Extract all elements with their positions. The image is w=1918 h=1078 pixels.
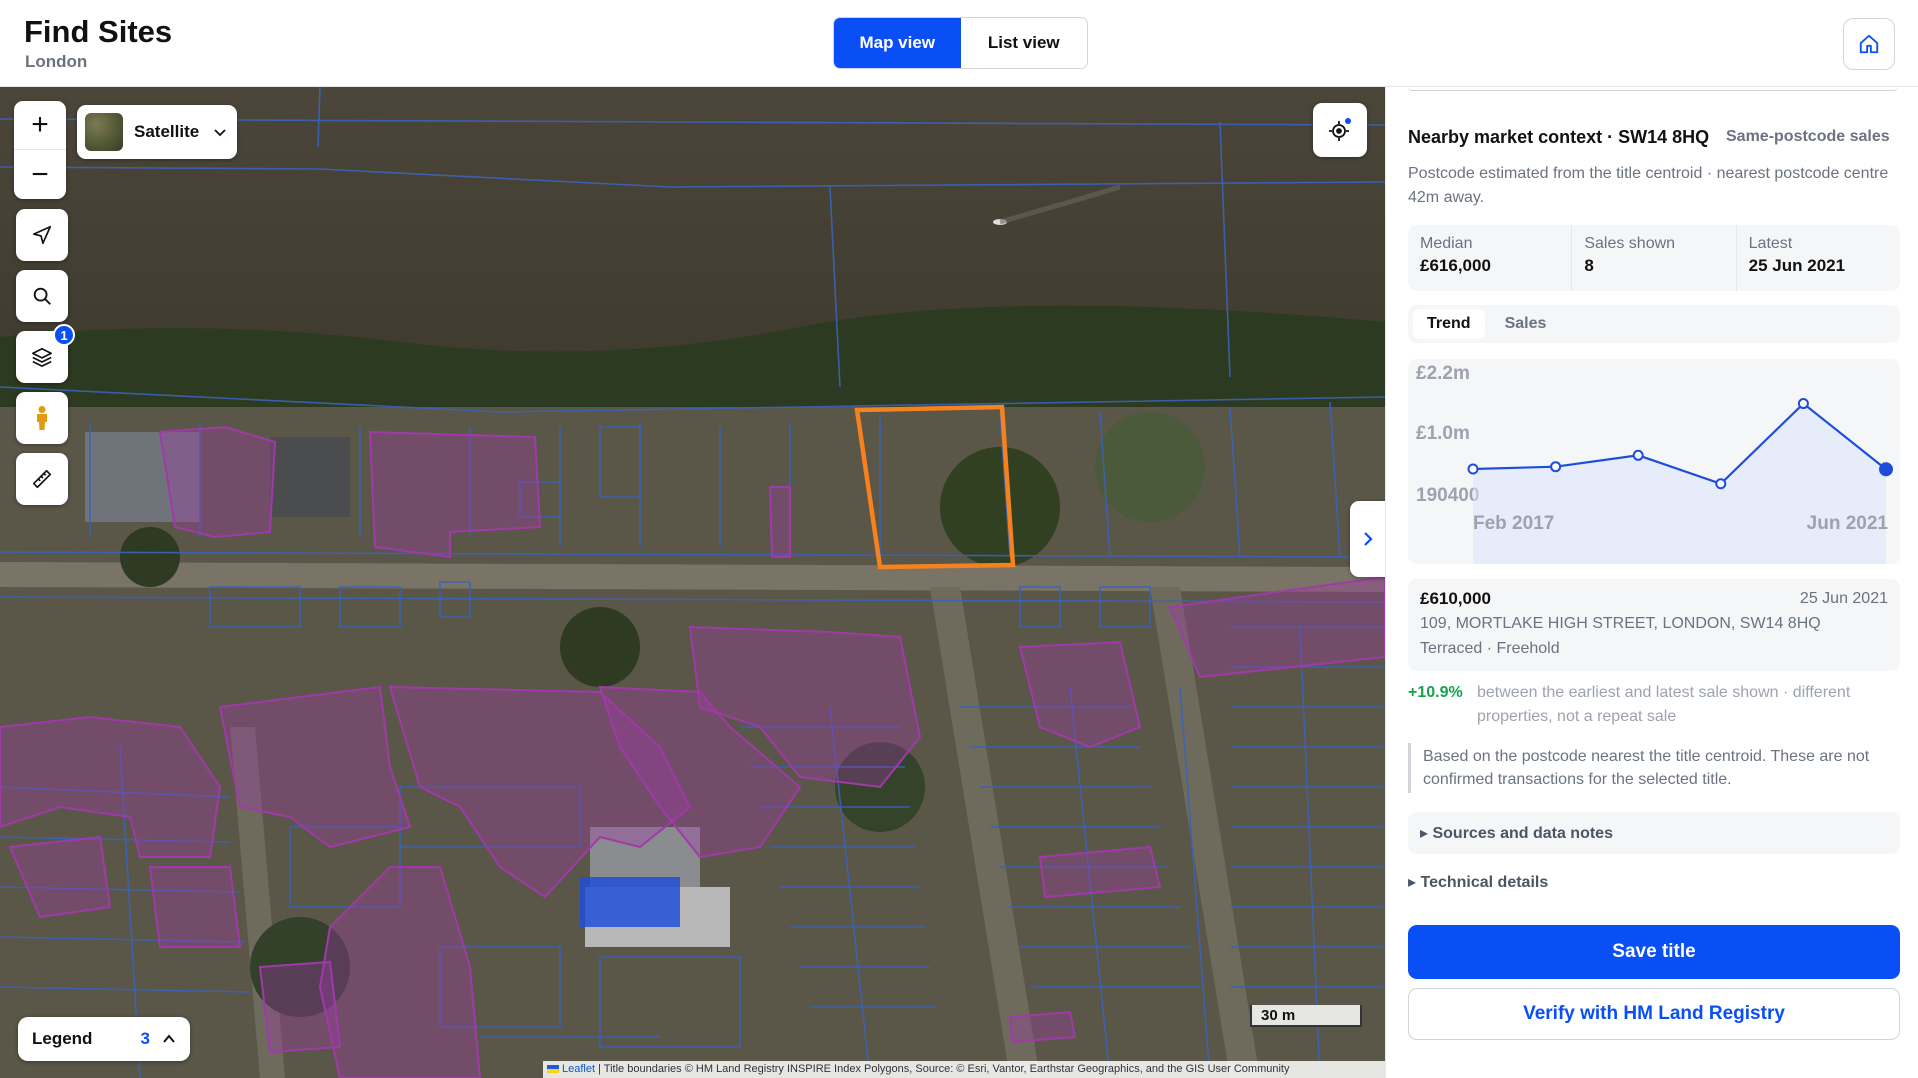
y-tick-label: 190400 — [1416, 485, 1479, 506]
legend-count: 3 — [140, 1029, 150, 1048]
pegman-icon — [37, 406, 47, 430]
stat-label: Sales shown — [1584, 235, 1676, 252]
navigate-button[interactable] — [16, 209, 68, 261]
trend-chart-svg: £2.2m £1.0m 190400 Feb 2017 Jun 2021 — [1416, 363, 1893, 564]
market-tabs: Trend Sales — [1408, 305, 1900, 343]
legend-label: Legend — [32, 1029, 93, 1048]
map-canvas[interactable]: + − Satellite 1 Legend 3 30 m Leaflet | … — [0, 87, 1385, 1078]
measure-button[interactable] — [16, 453, 68, 505]
sources-disclosure[interactable]: ▸ Sources and data notes — [1408, 812, 1900, 854]
technical-details-disclosure[interactable]: ▸ Technical details — [1408, 872, 1548, 892]
sale-address: 109, MORTLAKE HIGH STREET, LONDON, SW14 … — [1420, 615, 1821, 632]
map-view-button[interactable]: Map view — [834, 18, 961, 68]
locate-button[interactable] — [1313, 103, 1367, 157]
home-button[interactable] — [1843, 18, 1895, 70]
navigate-icon — [32, 225, 52, 245]
chevron-down-icon — [214, 129, 226, 137]
list-view-button[interactable]: List view — [961, 18, 1088, 68]
stat-value: £616,000 — [1420, 256, 1491, 275]
attribution-text: | Title boundaries © HM Land Registry IN… — [595, 1063, 1290, 1075]
sale-date: 25 Jun 2021 — [1799, 590, 1888, 607]
zoom-control: + − — [14, 101, 66, 199]
zoom-out-button[interactable]: − — [14, 150, 66, 199]
sale-type: Terraced · Freehold — [1420, 640, 1560, 657]
context-tag: Same-postcode sales — [1726, 128, 1890, 145]
trend-point[interactable] — [1467, 463, 1479, 475]
ruler-icon — [32, 469, 52, 489]
layers-count-badge: 1 — [53, 324, 75, 346]
scale-bar: 30 m — [1250, 1005, 1362, 1027]
app-header: Find Sites London Map view List view — [0, 0, 1918, 87]
trend-point[interactable] — [1715, 478, 1727, 490]
zoom-in-button[interactable]: + — [14, 101, 66, 150]
trend-point[interactable] — [1879, 462, 1893, 477]
x-tick-label: Feb 2017 — [1473, 513, 1554, 534]
stat-value: 25 Jun 2021 — [1748, 256, 1846, 275]
tab-trend[interactable]: Trend — [1413, 309, 1485, 339]
context-title: Nearby market context · SW14 8HQ — [1408, 127, 1710, 147]
trend-point[interactable] — [1550, 461, 1562, 473]
x-tick-label: Jun 2021 — [1807, 513, 1889, 534]
stat-value: 8 — [1584, 256, 1594, 275]
stat-label: Median — [1420, 235, 1473, 252]
latest-sale-card[interactable]: £610,000 25 Jun 2021 109, MORTLAKE HIGH … — [1408, 579, 1900, 671]
chevron-up-icon — [163, 1034, 175, 1043]
tab-sales[interactable]: Sales — [1491, 309, 1561, 339]
stat-sales-shown: Sales shown 8 — [1572, 225, 1737, 291]
leaflet-link[interactable]: Leaflet — [562, 1063, 595, 1075]
y-tick-label: £2.2m — [1416, 363, 1470, 384]
trend-point[interactable] — [1797, 398, 1809, 410]
trend-area — [1473, 403, 1886, 564]
stat-label: Latest — [1748, 235, 1793, 252]
verify-land-registry-button[interactable]: Verify with HM Land Registry — [1408, 988, 1900, 1040]
y-tick-label: £1.0m — [1416, 423, 1470, 444]
legend-toggle[interactable]: Legend 3 — [18, 1017, 190, 1061]
search-button[interactable] — [16, 270, 68, 322]
context-note: Postcode estimated from the title centro… — [1408, 165, 1889, 206]
layers-icon — [32, 347, 52, 367]
change-percent: +10.9% — [1408, 684, 1463, 701]
satellite-imagery — [0, 87, 1385, 1078]
chevron-right-icon — [1364, 532, 1373, 546]
stat-latest: Latest 25 Jun 2021 — [1737, 225, 1900, 291]
change-text: between the earliest and latest sale sho… — [1477, 684, 1851, 725]
disclaimer-note: Based on the postcode nearest the title … — [1408, 743, 1900, 793]
search-icon — [33, 287, 51, 305]
basemap-thumbnail — [85, 113, 123, 151]
stat-median: Median £616,000 — [1408, 225, 1573, 291]
crosshair-icon — [1329, 118, 1351, 141]
flag-icon — [547, 1065, 559, 1074]
panel-divider — [1408, 87, 1898, 91]
home-icon — [1859, 34, 1879, 54]
page-subtitle: London — [25, 52, 88, 71]
basemap-label: Satellite — [134, 122, 200, 141]
street-view-button[interactable] — [16, 392, 68, 444]
collapse-panel-button[interactable] — [1350, 501, 1385, 577]
basemap-selector[interactable]: Satellite — [77, 105, 237, 159]
trend-point[interactable] — [1632, 449, 1644, 461]
market-stats: Median £616,000 Sales shown 8 Latest 25 … — [1408, 225, 1900, 291]
trend-chart: £2.2m £1.0m 190400 Feb 2017 Jun 2021 — [1408, 359, 1900, 564]
map-attribution: Leaflet | Title boundaries © HM Land Reg… — [543, 1061, 1385, 1078]
view-toggle: Map view List view — [833, 17, 1088, 69]
details-panel: Nearby market context · SW14 8HQ Same-po… — [1385, 87, 1918, 1078]
page-title: Find Sites — [24, 14, 173, 49]
save-title-button[interactable]: Save title — [1408, 925, 1900, 979]
